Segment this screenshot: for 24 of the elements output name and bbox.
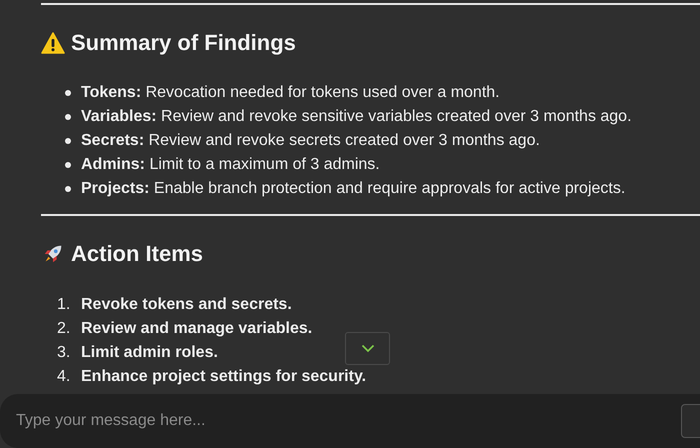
section-heading: Action Items <box>71 241 204 267</box>
chevron-down-icon <box>360 344 374 353</box>
list-number: 1. <box>57 296 72 314</box>
scroll-down-button[interactable] <box>345 332 390 365</box>
action-item-text: Revoke tokens and secrets. <box>81 296 292 314</box>
bullet-icon <box>65 162 71 168</box>
list-number: 4. <box>57 368 72 386</box>
finding-text: Secrets: Review and revoke secrets created over 3 months ago. <box>81 132 540 150</box>
section-heading: Summary of Findings <box>71 30 296 56</box>
finding-text: Projects: Enable branch protection and require approvals for active projects. <box>81 180 626 198</box>
message-input[interactable]: Type your message here... <box>0 394 700 448</box>
finding-text: Tokens: Revocation needed for tokens used over a month. <box>81 84 500 102</box>
warning-icon <box>41 32 65 54</box>
finding-text: Variables: Review and revoke sensitive variables created over 3 months ago. <box>81 108 632 126</box>
bullet-icon <box>65 138 71 144</box>
action-item-text: Review and manage variables. <box>81 320 312 338</box>
action-item-text: Limit admin roles. <box>81 344 218 362</box>
finding-text: Admins: Limit to a maximum of 3 admins. <box>81 156 380 174</box>
list-number: 3. <box>57 344 72 362</box>
bullet-icon <box>65 186 71 192</box>
bullet-icon <box>65 114 71 120</box>
action-item-text: Enhance project settings for security. <box>81 368 366 386</box>
list-number: 2. <box>57 320 72 338</box>
bullet-icon <box>65 90 71 96</box>
